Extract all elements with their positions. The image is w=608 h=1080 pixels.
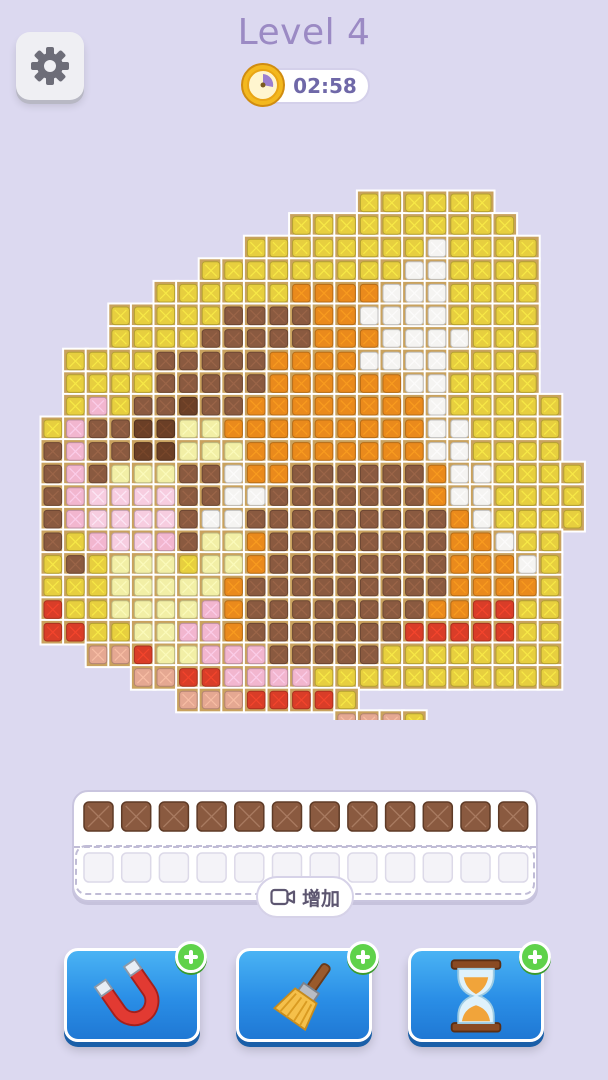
plus-icon[interactable]: [519, 941, 551, 973]
locked-slot: [460, 852, 491, 883]
plus-icon[interactable]: [175, 941, 207, 973]
tray-tile[interactable]: [271, 801, 303, 832]
locked-slot: [83, 852, 114, 883]
video-camera-icon: [270, 888, 296, 906]
plus-icon[interactable]: [347, 941, 379, 973]
locked-slot: [234, 852, 265, 883]
locked-slot: [384, 852, 416, 883]
tray-tile[interactable]: [309, 801, 340, 832]
locked-slot: [422, 852, 454, 883]
locked-slot: [196, 852, 227, 883]
tray-tile[interactable]: [120, 801, 152, 832]
tray-tile[interactable]: [347, 801, 378, 832]
hourglass-button[interactable]: [408, 941, 551, 1042]
locked-slot: [158, 852, 190, 883]
tray-tile[interactable]: [234, 801, 265, 832]
tray-tile[interactable]: [196, 801, 227, 832]
locked-slot: [347, 852, 378, 883]
tray-tile[interactable]: [384, 801, 416, 832]
brush-button[interactable]: [236, 941, 379, 1042]
tray-tile[interactable]: [83, 801, 114, 832]
add-slots-button[interactable]: 增加: [256, 876, 354, 918]
add-slots-label: 增加: [301, 887, 340, 910]
locked-slot: [120, 852, 152, 883]
tray-tile[interactable]: [422, 801, 454, 832]
tray-tile[interactable]: [460, 801, 491, 832]
magnet-button[interactable]: [64, 941, 207, 1042]
tray-tile[interactable]: [497, 801, 529, 832]
tray-slots[interactable]: [0, 0, 608, 920]
tray-tile[interactable]: [158, 801, 190, 832]
locked-slot: [497, 852, 529, 883]
